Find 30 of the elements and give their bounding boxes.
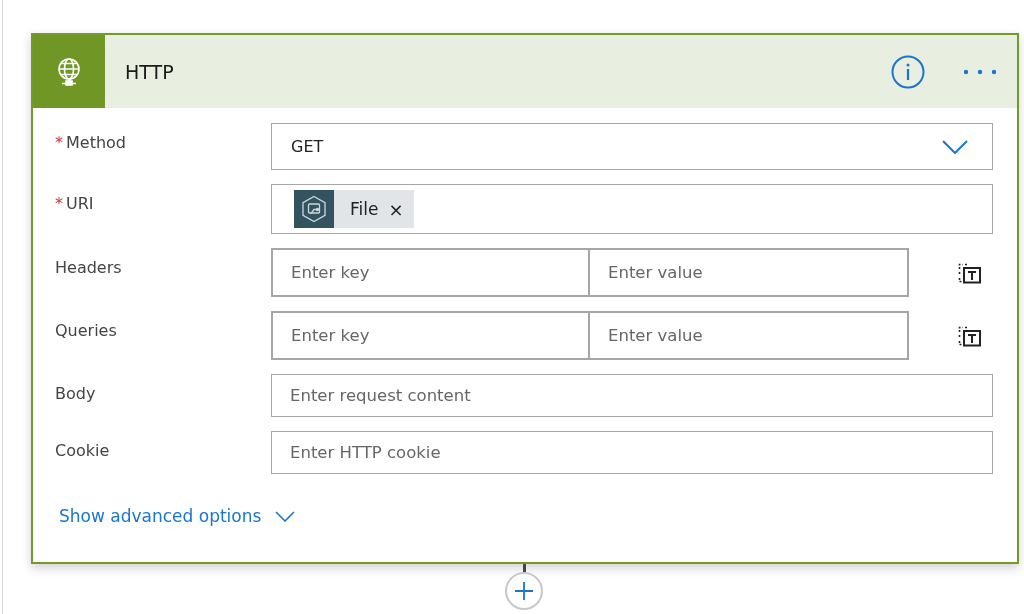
plus-icon xyxy=(515,582,533,600)
field-label: Body xyxy=(55,384,96,403)
text-input[interactable]: Enter request content xyxy=(271,374,993,417)
file-token[interactable]: File × xyxy=(294,190,414,228)
key-input[interactable]: Enter key xyxy=(271,248,590,297)
field-label: Queries xyxy=(55,321,117,340)
method-dropdown[interactable]: GET xyxy=(271,123,993,170)
value-input[interactable]: Enter value xyxy=(590,248,909,297)
required-asterisk: * xyxy=(55,133,63,152)
field-label: Method xyxy=(66,133,126,152)
key-input[interactable]: Enter key xyxy=(271,311,590,360)
field-label: Cookie xyxy=(55,441,110,460)
text-mode-icon[interactable] xyxy=(958,324,982,347)
field-label: URI xyxy=(66,194,94,213)
flow-icon xyxy=(300,195,328,223)
info-icon[interactable] xyxy=(891,54,925,89)
add-step-button[interactable] xyxy=(505,572,543,610)
card-title: HTTP xyxy=(125,60,175,83)
remove-token-button[interactable]: × xyxy=(388,198,404,220)
required-asterisk: * xyxy=(55,194,63,213)
value-input[interactable]: Enter value xyxy=(590,311,909,360)
more-icon[interactable] xyxy=(963,68,997,75)
globe-icon xyxy=(56,56,82,87)
text-input[interactable]: Enter HTTP cookie xyxy=(271,431,993,474)
show-advanced-options-link[interactable]: Show advanced options xyxy=(59,506,262,526)
uri-field[interactable]: File × xyxy=(271,184,993,234)
field-label: Headers xyxy=(55,258,122,277)
chevron-down-icon xyxy=(275,510,296,522)
chevron-down-icon xyxy=(942,139,968,154)
text-mode-icon[interactable] xyxy=(958,261,982,284)
